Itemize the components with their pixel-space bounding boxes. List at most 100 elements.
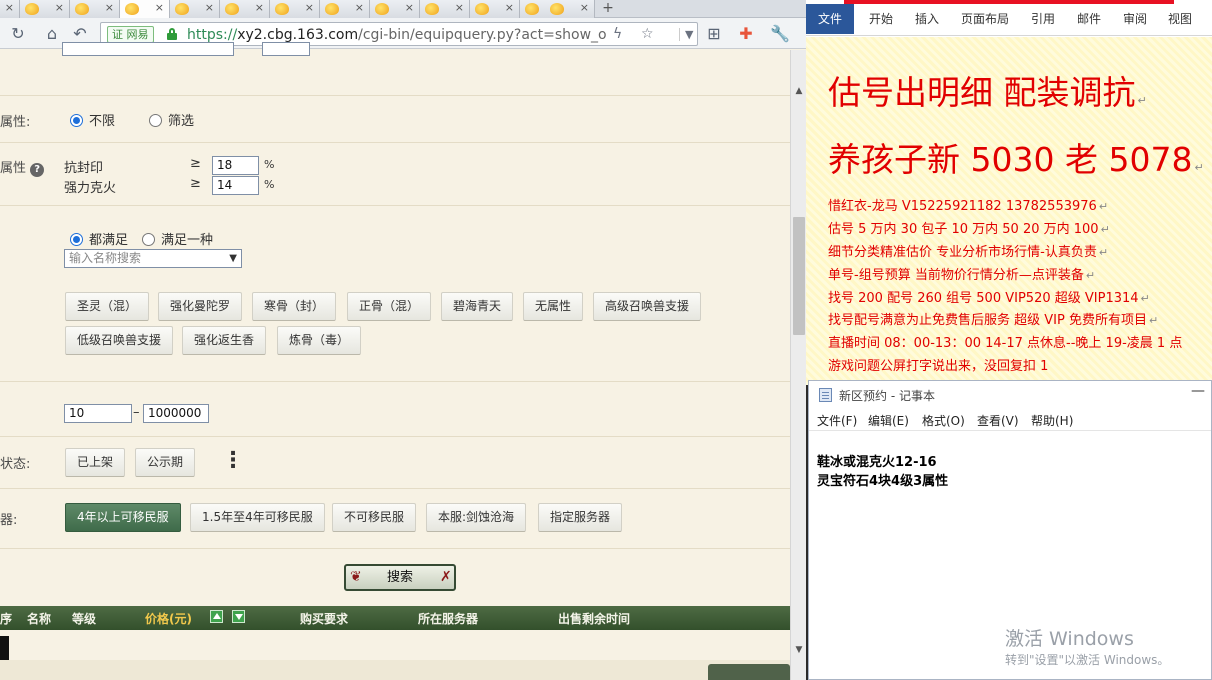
filter-row-range	[0, 382, 790, 437]
tab-close-icon[interactable]: ×	[405, 1, 414, 14]
ribbon-tab-review[interactable]: 审阅	[1123, 10, 1147, 27]
col-seq[interactable]: 序	[0, 610, 12, 627]
browser-tab[interactable]: ×	[420, 0, 470, 18]
col-level[interactable]: 等级	[72, 610, 96, 627]
browser-tab[interactable]: ×	[320, 0, 370, 18]
browser-tab[interactable]: ×	[20, 0, 70, 18]
tab-favicon-icon	[325, 3, 339, 15]
tab-favicon-icon	[525, 3, 539, 15]
tab-strip: × × × × × × × × × × × × × +	[0, 0, 806, 18]
browser-tab[interactable]: ×	[170, 0, 220, 18]
url-path: /cgi-bin/equipquery.py?act=show_ove	[358, 27, 607, 43]
filter-row-server	[0, 489, 790, 549]
title-bar-strip	[844, 0, 1174, 4]
undo-icon[interactable]: ↶	[70, 24, 90, 44]
ribbon-tab-mailings[interactable]: 邮件	[1077, 10, 1101, 27]
col-remaining-time[interactable]: 出售剩余时间	[558, 610, 630, 627]
tab-close-icon[interactable]: ×	[5, 1, 14, 14]
menu-view[interactable]: 查看(V)	[977, 412, 1019, 429]
sort-desc-icon[interactable]	[232, 610, 245, 623]
scroll-thumb[interactable]	[793, 217, 805, 335]
ribbon-tab-view[interactable]: 视图	[1168, 10, 1192, 27]
lightning-icon[interactable]: ϟ	[613, 26, 622, 42]
doc-line-3-text: 惜红衣-龙马 V15225921182 13782553976	[828, 199, 1097, 214]
url-text[interactable]: https://xy2.cbg.163.com/cgi-bin/equipque…	[187, 26, 607, 44]
tab-favicon-icon	[375, 3, 389, 15]
table-row[interactable]	[0, 636, 9, 660]
browser-tab[interactable]: ×	[70, 0, 120, 18]
tab-close-icon[interactable]: ×	[155, 1, 164, 14]
filter-row-attr	[0, 96, 790, 143]
browser-tab[interactable]: ×	[470, 0, 520, 18]
activation-watermark: 激活 Windows 转到"设置"以激活 Windows。	[1005, 627, 1169, 669]
cert-label: 网易	[126, 28, 149, 41]
browser-tab-active[interactable]: ×	[120, 0, 170, 18]
tab-favicon-icon	[550, 3, 564, 15]
tab-close-icon[interactable]: ×	[455, 1, 464, 14]
ornament-right-icon: ✗	[440, 569, 452, 585]
wrench-icon[interactable]: 🔧	[770, 24, 790, 44]
minimize-icon[interactable]: —	[1191, 383, 1205, 399]
dropdown-icon[interactable]: ▼	[679, 28, 693, 41]
grid-icon[interactable]: ⊞	[704, 24, 724, 44]
doc-line-7-text: 找号 200 配号 260 组号 500 VIP520 超级 VIP1314	[828, 291, 1139, 306]
menu-file[interactable]: 文件(F)	[817, 412, 857, 429]
notepad-window: 新区预约 - 记事本 — 文件(F) 编辑(E) 格式(O) 查看(V) 帮助(…	[808, 380, 1212, 680]
ribbon-tab-file[interactable]: 文件	[806, 4, 854, 34]
tab-close-icon[interactable]: ×	[105, 1, 114, 14]
game-icon[interactable]: ✚	[736, 24, 756, 44]
star-icon[interactable]: ☆	[641, 26, 654, 42]
menu-edit[interactable]: 编辑(E)	[868, 412, 909, 429]
notepad-app-icon	[819, 388, 832, 402]
tab-close-icon[interactable]: ×	[205, 1, 214, 14]
browser-tab[interactable]: ×	[220, 0, 270, 18]
home-icon[interactable]: ⌂	[42, 24, 62, 44]
tab-close-icon[interactable]: ×	[55, 1, 64, 14]
ribbon-tab-layout[interactable]: 页面布局	[961, 10, 1009, 27]
doc-line-9-text: 直播时间 08：00-13：00 14-17 点休息--晚上 19-凌晨 1 点	[828, 336, 1183, 351]
tab-favicon-icon	[425, 3, 439, 15]
notepad-titlebar[interactable]: 新区预约 - 记事本 —	[809, 381, 1211, 409]
tab-favicon-icon	[125, 3, 139, 15]
col-buy-requirement[interactable]: 购买要求	[300, 610, 348, 627]
ribbon-tab-references[interactable]: 引用	[1031, 10, 1055, 27]
ribbon-tab-home[interactable]: 开始	[869, 10, 893, 27]
browser-tab[interactable]: ×	[545, 0, 595, 18]
sort-asc-icon[interactable]	[210, 610, 223, 623]
tab-close-icon[interactable]: ×	[255, 1, 264, 14]
cert-badge[interactable]: 证 网易	[107, 26, 154, 43]
lock-icon	[167, 28, 177, 40]
partial-button[interactable]	[708, 664, 790, 680]
col-price[interactable]: 价格(元)	[145, 610, 192, 627]
browser-tab[interactable]: ×	[270, 0, 320, 18]
tab-close-icon[interactable]: ×	[580, 1, 589, 14]
col-name[interactable]: 名称	[27, 610, 51, 627]
scroll-up-icon[interactable]: ▲	[794, 86, 804, 96]
tab-close-icon[interactable]: ×	[305, 1, 314, 14]
refresh-icon[interactable]: ↻	[8, 24, 28, 44]
tab-close-icon[interactable]: ×	[505, 1, 514, 14]
tab-close-icon[interactable]: ×	[355, 1, 364, 14]
doc-line-1: 估号出明细 配装调抗 ↵	[828, 73, 1147, 112]
notepad-title: 新区预约 - 记事本	[839, 389, 935, 403]
col-server[interactable]: 所在服务器	[418, 610, 478, 627]
filter-row-resist	[0, 143, 790, 206]
doc-line-6-text: 单号-组号预算 当前物价行情分析—点评装备	[828, 268, 1084, 283]
scroll-down-icon[interactable]: ▼	[794, 645, 804, 655]
doc-line-3: 惜红衣-龙马 V15225921182 13782553976 ↵	[828, 199, 1109, 214]
menu-help[interactable]: 帮助(H)	[1031, 412, 1073, 429]
word-document[interactable]: 估号出明细 配装调抗 ↵ 养孩子新 5030 老 5078 ↵ 惜红衣-龙马 V15…	[806, 37, 1212, 385]
browser-tab[interactable]: ×	[0, 0, 20, 18]
filter-row-status	[0, 437, 790, 489]
notepad-text-area[interactable]: 鞋冰或混克火12-16 灵宝符石4块4级3属性	[817, 453, 948, 491]
ribbon-tab-insert[interactable]: 插入	[915, 10, 939, 27]
vertical-scrollbar[interactable]: ▲ ▼	[790, 50, 806, 680]
browser-tab[interactable]: ×	[370, 0, 420, 18]
browser-window: × × × × × × × × × × × × × + ↻ ⌂ ↶ 证 网易 h…	[0, 0, 806, 680]
doc-line-9: 直播时间 08：00-13：00 14-17 点休息--晚上 19-凌晨 1 点	[828, 334, 1182, 354]
search-button[interactable]: ❦ 搜索 ✗	[344, 564, 456, 591]
new-tab-button[interactable]: +	[596, 0, 620, 18]
results-table-header: 序 名称 等级 价格(元) 购买要求 所在服务器 出售剩余时间	[0, 606, 790, 630]
menu-format[interactable]: 格式(O)	[922, 412, 965, 429]
doc-line-2: 养孩子新 5030 老 5078 ↵	[828, 140, 1204, 179]
